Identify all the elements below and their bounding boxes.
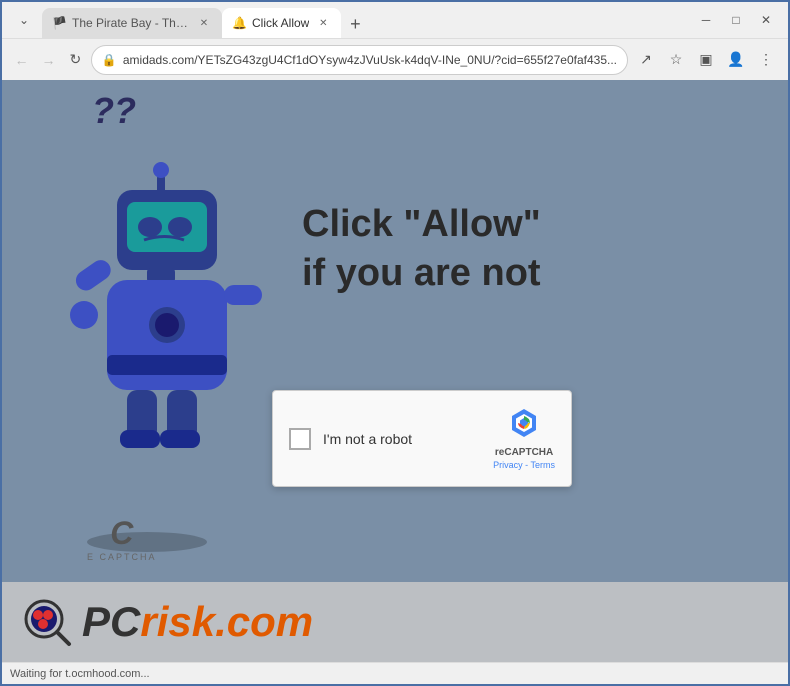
question-marks: ?? <box>92 90 136 132</box>
pirate-bay-favicon: 🏴 <box>52 16 66 30</box>
pcrisk-watermark: PCrisk.com <box>2 582 788 662</box>
new-tab-button[interactable]: + <box>341 10 369 38</box>
main-text-line2: if you are not <box>302 249 541 298</box>
robot-illustration <box>62 130 282 510</box>
share-button[interactable]: ↗ <box>632 46 660 74</box>
ecaptcha-letter: C <box>87 515 157 552</box>
bookmark-button[interactable]: ☆ <box>662 46 690 74</box>
menu-button[interactable]: ⋮ <box>752 46 780 74</box>
tab-click-allow[interactable]: 🔔 Click Allow ✕ <box>222 8 341 38</box>
title-bar: ⌄ 🏴 The Pirate Bay - The galaxy's mo... … <box>2 2 788 38</box>
click-allow-favicon: 🔔 <box>232 16 246 30</box>
browser-window: ⌄ 🏴 The Pirate Bay - The galaxy's mo... … <box>0 0 790 686</box>
navigation-bar: ← → ↻ 🔒 amidads.com/YETsZG43zgU4Cf1dOYsy… <box>2 38 788 80</box>
captcha-right: reCAPTCHA Privacy - Terms <box>493 407 555 470</box>
ecaptcha-label: E CAPTCHA <box>87 552 157 562</box>
nav-right-buttons: ↗ ☆ ▣ 👤 ⋮ <box>632 46 780 74</box>
main-text: Click "Allow" if you are not <box>302 200 541 299</box>
tab-pirate-bay-close[interactable]: ✕ <box>196 15 212 31</box>
pcrisk-icon <box>22 597 72 647</box>
tab-pirate-bay[interactable]: 🏴 The Pirate Bay - The galaxy's mo... ✕ <box>42 8 222 38</box>
pcrisk-pc: PC <box>82 598 140 645</box>
captcha-left: I'm not a robot <box>289 428 412 450</box>
minimize-button[interactable]: ─ <box>692 6 720 34</box>
tab-click-allow-close[interactable]: ✕ <box>315 15 331 31</box>
captcha-box[interactable]: I'm not a robot reCAPTCHA Privacy - Term… <box>272 390 572 487</box>
maximize-button[interactable]: □ <box>722 6 750 34</box>
reload-button[interactable]: ↻ <box>64 46 87 74</box>
tab-pirate-bay-label: The Pirate Bay - The galaxy's mo... <box>72 16 190 30</box>
dropdown-btn[interactable]: ⌄ <box>10 6 38 34</box>
tab-click-allow-label: Click Allow <box>252 16 309 30</box>
captcha-checkbox[interactable] <box>289 428 311 450</box>
recaptcha-logo <box>508 407 540 445</box>
pcrisk-risk: risk.com <box>140 598 313 645</box>
page-content: ?? <box>2 80 788 662</box>
address-bar[interactable]: 🔒 amidads.com/YETsZG43zgU4Cf1dOYsyw4zJVu… <box>91 45 628 75</box>
ecaptcha-logo: C E CAPTCHA <box>87 515 157 562</box>
window-controls-right: ─ □ ✕ <box>692 6 780 34</box>
tabs-row: 🏴 The Pirate Bay - The galaxy's mo... ✕ … <box>42 2 692 38</box>
split-view-button[interactable]: ▣ <box>692 46 720 74</box>
status-bar: Waiting for t.ocmhood.com... <box>2 662 788 684</box>
recaptcha-text: reCAPTCHA <box>495 447 553 458</box>
lock-icon: 🔒 <box>102 53 117 67</box>
recaptcha-links: Privacy - Terms <box>493 460 555 470</box>
robot-svg <box>62 130 262 450</box>
status-text: Waiting for t.ocmhood.com... <box>10 668 150 680</box>
window-controls-left: ⌄ <box>10 6 38 34</box>
url-text: amidads.com/YETsZG43zgU4Cf1dOYsyw4zJVuUs… <box>123 53 617 67</box>
pcrisk-text: PCrisk.com <box>82 598 313 646</box>
back-button[interactable]: ← <box>10 46 33 74</box>
main-text-line1: Click "Allow" <box>302 200 541 249</box>
close-button[interactable]: ✕ <box>752 6 780 34</box>
profile-button[interactable]: 👤 <box>722 46 750 74</box>
forward-button[interactable]: → <box>37 46 60 74</box>
captcha-label: I'm not a robot <box>323 431 412 447</box>
